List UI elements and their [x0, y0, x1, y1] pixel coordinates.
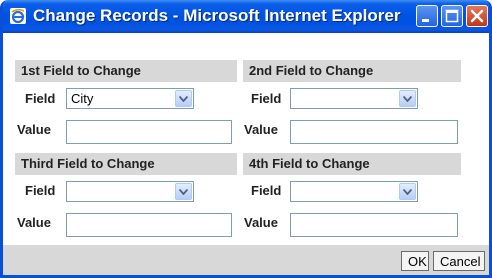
- field-select-2[interactable]: [290, 88, 418, 109]
- chevron-down-icon[interactable]: [175, 90, 192, 107]
- field-label-3: Field: [25, 183, 56, 198]
- close-button[interactable]: [466, 5, 488, 27]
- cancel-button[interactable]: Cancel: [433, 251, 485, 271]
- maximize-icon: [445, 9, 459, 23]
- dialog-window: Change Records - Microsoft Internet Expl…: [0, 0, 492, 278]
- value-label-3: Value: [17, 215, 51, 230]
- maximize-button[interactable]: [441, 5, 463, 27]
- field-select-4[interactable]: [290, 181, 418, 202]
- value-input-4[interactable]: [290, 213, 458, 237]
- field-label-2: Field: [251, 91, 282, 106]
- value-input-1[interactable]: [66, 120, 232, 144]
- chevron-down-icon[interactable]: [399, 90, 416, 107]
- section-header-2: 2nd Field to Change: [243, 60, 461, 82]
- window-title: Change Records - Microsoft Internet Expl…: [33, 6, 401, 25]
- chevron-down-icon[interactable]: [175, 183, 192, 200]
- value-label-4: Value: [244, 215, 278, 230]
- field-select-3[interactable]: [66, 181, 194, 202]
- section-header-3: Third Field to Change: [15, 153, 237, 175]
- field-label-4: Field: [251, 183, 282, 198]
- field-select-1[interactable]: City: [66, 88, 194, 109]
- dialog-footer: OK Cancel: [3, 245, 489, 275]
- minimize-button[interactable]: [416, 5, 438, 27]
- value-label-2: Value: [244, 122, 278, 137]
- minimize-icon: [422, 19, 429, 22]
- field-label-1: Field: [25, 91, 56, 106]
- chevron-down-icon[interactable]: [399, 183, 416, 200]
- section-header-4: 4th Field to Change: [243, 153, 461, 175]
- value-input-3[interactable]: [66, 213, 232, 237]
- dialog-content: 1st Field to Change Field City Value 2nd…: [3, 33, 489, 275]
- section-header-1: 1st Field to Change: [15, 60, 237, 82]
- field-select-1-value: City: [71, 91, 94, 106]
- title-bar[interactable]: Change Records - Microsoft Internet Expl…: [3, 0, 489, 33]
- ok-button[interactable]: OK: [401, 251, 429, 271]
- internet-explorer-icon: [9, 7, 27, 25]
- value-label-1: Value: [17, 122, 51, 137]
- close-icon: [470, 9, 484, 23]
- value-input-2[interactable]: [290, 120, 458, 144]
